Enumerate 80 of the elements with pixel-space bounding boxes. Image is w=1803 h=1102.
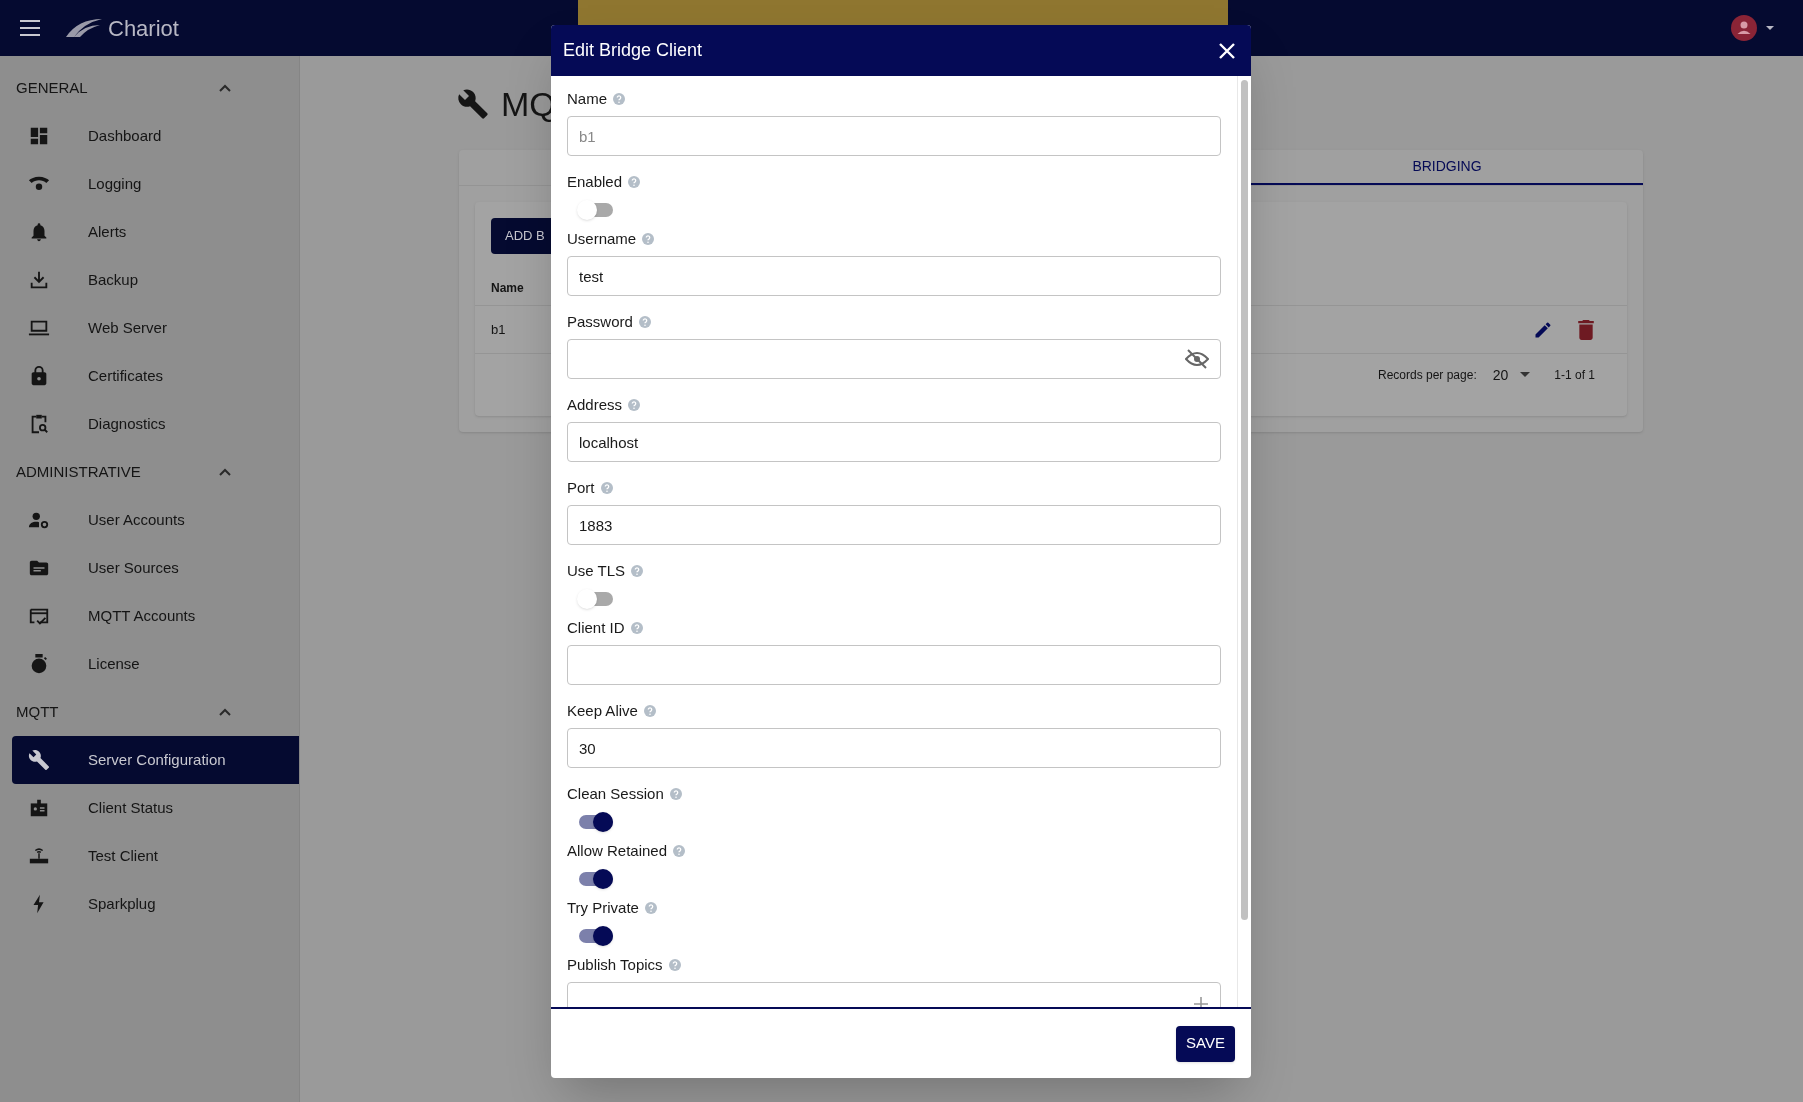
dashboard-icon <box>28 125 50 147</box>
password-field[interactable] <box>567 339 1221 379</box>
delete-icon[interactable] <box>1577 319 1595 340</box>
input-field[interactable]: 30 <box>567 728 1221 768</box>
help-icon[interactable] <box>628 176 641 188</box>
collapse-icon[interactable] <box>219 708 231 716</box>
table-cell-text: b1 <box>491 320 506 339</box>
sidebar-item[interactable]: User Sources <box>12 544 299 592</box>
help-icon[interactable] <box>631 565 644 577</box>
toggle-switch[interactable] <box>577 869 613 889</box>
scrollbar-thumb[interactable] <box>1241 80 1248 920</box>
help-icon[interactable] <box>668 959 681 971</box>
avatar-icon[interactable] <box>1731 15 1757 41</box>
field-label: Client ID <box>567 617 625 638</box>
close-icon[interactable] <box>1219 42 1235 59</box>
toggle-switch[interactable] <box>577 200 613 220</box>
section-header: GENERAL <box>16 77 88 98</box>
wrench-icon <box>28 749 50 771</box>
field-label: Password <box>567 311 633 332</box>
sidebar-item[interactable]: Certificates <box>12 352 299 400</box>
help-icon[interactable] <box>630 622 643 634</box>
sidebar-item[interactable]: MQTT Accounts <box>12 592 299 640</box>
help-icon[interactable] <box>669 788 682 800</box>
help-icon[interactable] <box>643 705 656 717</box>
sidebar-item[interactable]: Backup <box>12 256 299 304</box>
sidebar-item[interactable]: Sparkplug <box>12 880 299 928</box>
sidebar-item[interactable]: Server Configuration <box>12 736 299 784</box>
input-field[interactable]: 1883 <box>567 505 1221 545</box>
section-header: MQTT <box>16 701 59 722</box>
sidebar-item[interactable]: Test Client <box>12 832 299 880</box>
help-icon[interactable] <box>642 233 655 245</box>
input-field[interactable] <box>567 645 1221 685</box>
help-icon[interactable] <box>673 845 686 857</box>
sidebar-item[interactable]: Logging <box>12 160 299 208</box>
field-label: Publish Topics <box>567 954 663 975</box>
save-button[interactable]: SAVE <box>1176 1025 1235 1062</box>
field-label: Try Private <box>567 897 639 918</box>
sidebar-item[interactable]: Client Status <box>12 784 299 832</box>
badge-icon <box>28 797 50 819</box>
help-icon[interactable] <box>644 902 657 914</box>
field-label: Allow Retained <box>567 840 668 861</box>
field-label: Use TLS <box>567 560 626 581</box>
per-page-select[interactable]: 20 <box>1492 364 1531 386</box>
field-label: Address <box>567 394 623 415</box>
help-icon[interactable] <box>613 93 625 105</box>
sidebar-item[interactable]: Alerts <box>12 208 299 256</box>
input-field[interactable]: test <box>567 256 1221 296</box>
input-field[interactable]: localhost <box>567 422 1221 462</box>
collapse-icon[interactable] <box>219 84 231 92</box>
column-header: Name <box>491 279 524 297</box>
bridging-tab[interactable]: BRIDGING <box>1251 150 1643 185</box>
edit-icon[interactable] <box>1533 319 1553 340</box>
sidebar-item[interactable]: User Accounts <box>12 496 299 544</box>
eye-off-icon[interactable] <box>1185 349 1209 369</box>
menu-icon[interactable] <box>20 20 40 36</box>
collapse-icon[interactable] <box>219 468 231 476</box>
brand-name: Chariot <box>108 14 179 43</box>
download-icon <box>28 269 50 291</box>
caret-icon <box>1520 372 1531 378</box>
sidebar-item[interactable]: Web Server <box>12 304 299 352</box>
sidebar-item[interactable]: Dashboard <box>12 112 299 160</box>
help-icon[interactable] <box>600 482 613 494</box>
field-label: Enabled <box>567 171 623 192</box>
wrench-icon <box>457 88 489 120</box>
toggle-switch[interactable] <box>577 926 613 946</box>
toggle-switch[interactable] <box>577 812 613 832</box>
field-label: Clean Session <box>567 783 664 804</box>
sidebar-item[interactable]: License <box>12 640 299 688</box>
field-label: Keep Alive <box>567 700 638 721</box>
section-header: ADMINISTRATIVE <box>16 461 141 482</box>
sidebar-item[interactable]: Diagnostics <box>12 400 299 448</box>
caret-icon[interactable] <box>1765 25 1775 31</box>
toggle-switch[interactable] <box>577 589 613 609</box>
field-label: Name <box>567 88 607 109</box>
dialog-title: Edit Bridge Client <box>563 39 703 62</box>
help-icon[interactable] <box>628 399 641 411</box>
field-label: Port <box>567 477 595 498</box>
records-per-page-label: Records per page: <box>1378 367 1477 384</box>
page-range: 1-1 of 1 <box>1554 367 1595 384</box>
help-icon[interactable] <box>638 316 651 328</box>
